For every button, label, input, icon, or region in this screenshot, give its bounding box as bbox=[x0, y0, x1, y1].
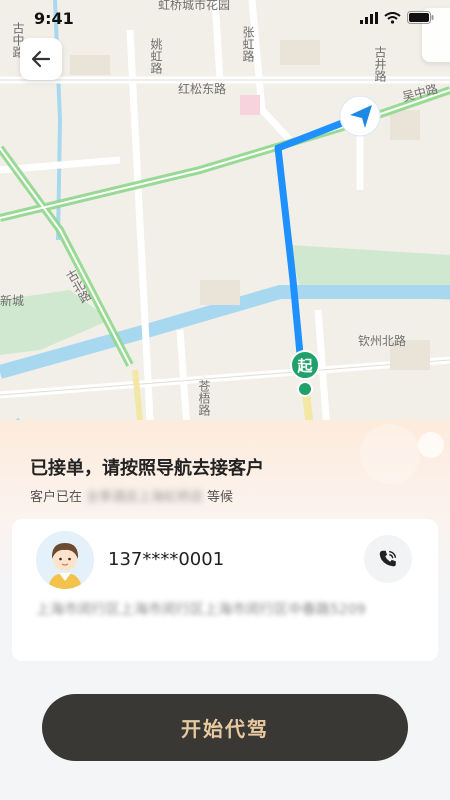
map-label: 姚虹路 bbox=[149, 38, 163, 74]
map-label: 红松东路 bbox=[178, 82, 227, 96]
start-driving-label: 开始代驾 bbox=[181, 717, 269, 741]
map-label: 古井路 bbox=[373, 46, 387, 82]
sub-suffix: 等候 bbox=[207, 490, 234, 505]
map-label: 钦州北路 bbox=[358, 334, 407, 348]
signal-icon bbox=[360, 11, 378, 24]
status-icons bbox=[360, 11, 434, 24]
pickup-address: 上海市闵行区上海市闵行区上海市闵行区中春路5209 bbox=[36, 602, 366, 618]
start-marker-label: 起 bbox=[297, 356, 313, 375]
customer-phone: 137****0001 bbox=[108, 549, 225, 570]
status-bar: 9:41 bbox=[0, 0, 450, 36]
start-driving-button[interactable]: 开始代驾 bbox=[42, 694, 408, 761]
current-location-marker bbox=[339, 95, 381, 137]
map-label: 新城 bbox=[0, 294, 25, 308]
order-panel: 已接单，请按照导航去接客户 客户已在 全季酒店上海虹桥店 等候 137****0… bbox=[0, 420, 450, 800]
waiting-location-text: 客户已在 全季酒店上海虹桥店 等候 bbox=[30, 486, 233, 505]
phone-call-icon bbox=[379, 550, 397, 567]
avatar bbox=[36, 531, 94, 589]
start-marker[interactable]: 起 bbox=[290, 350, 320, 380]
order-status-title: 已接单，请按照导航去接客户 bbox=[30, 458, 264, 479]
decor-bubble bbox=[360, 424, 420, 484]
battery-icon bbox=[407, 11, 434, 24]
customer-avatar-icon bbox=[36, 531, 94, 589]
decor-bubble bbox=[418, 432, 444, 458]
pickup-location: 全季酒店上海虹桥店 bbox=[86, 490, 204, 505]
customer-card: 137****0001 上海市闵行区上海市闵行区上海市闵行区中春路5209 bbox=[12, 519, 438, 661]
sub-prefix: 客户已在 bbox=[30, 490, 83, 505]
back-button[interactable] bbox=[20, 38, 62, 80]
map-view[interactable]: 虹桥城市花园 姚虹路 张虹路 红松东路 古井路 吴中路 古北路 新城 钦州北路 … bbox=[0, 0, 450, 470]
status-time: 9:41 bbox=[34, 9, 74, 28]
wifi-icon bbox=[384, 11, 401, 24]
start-point-dot bbox=[297, 381, 313, 397]
map-label: 苍梧路 bbox=[197, 380, 211, 416]
arrow-left-icon bbox=[31, 50, 51, 68]
call-button[interactable] bbox=[364, 535, 412, 583]
